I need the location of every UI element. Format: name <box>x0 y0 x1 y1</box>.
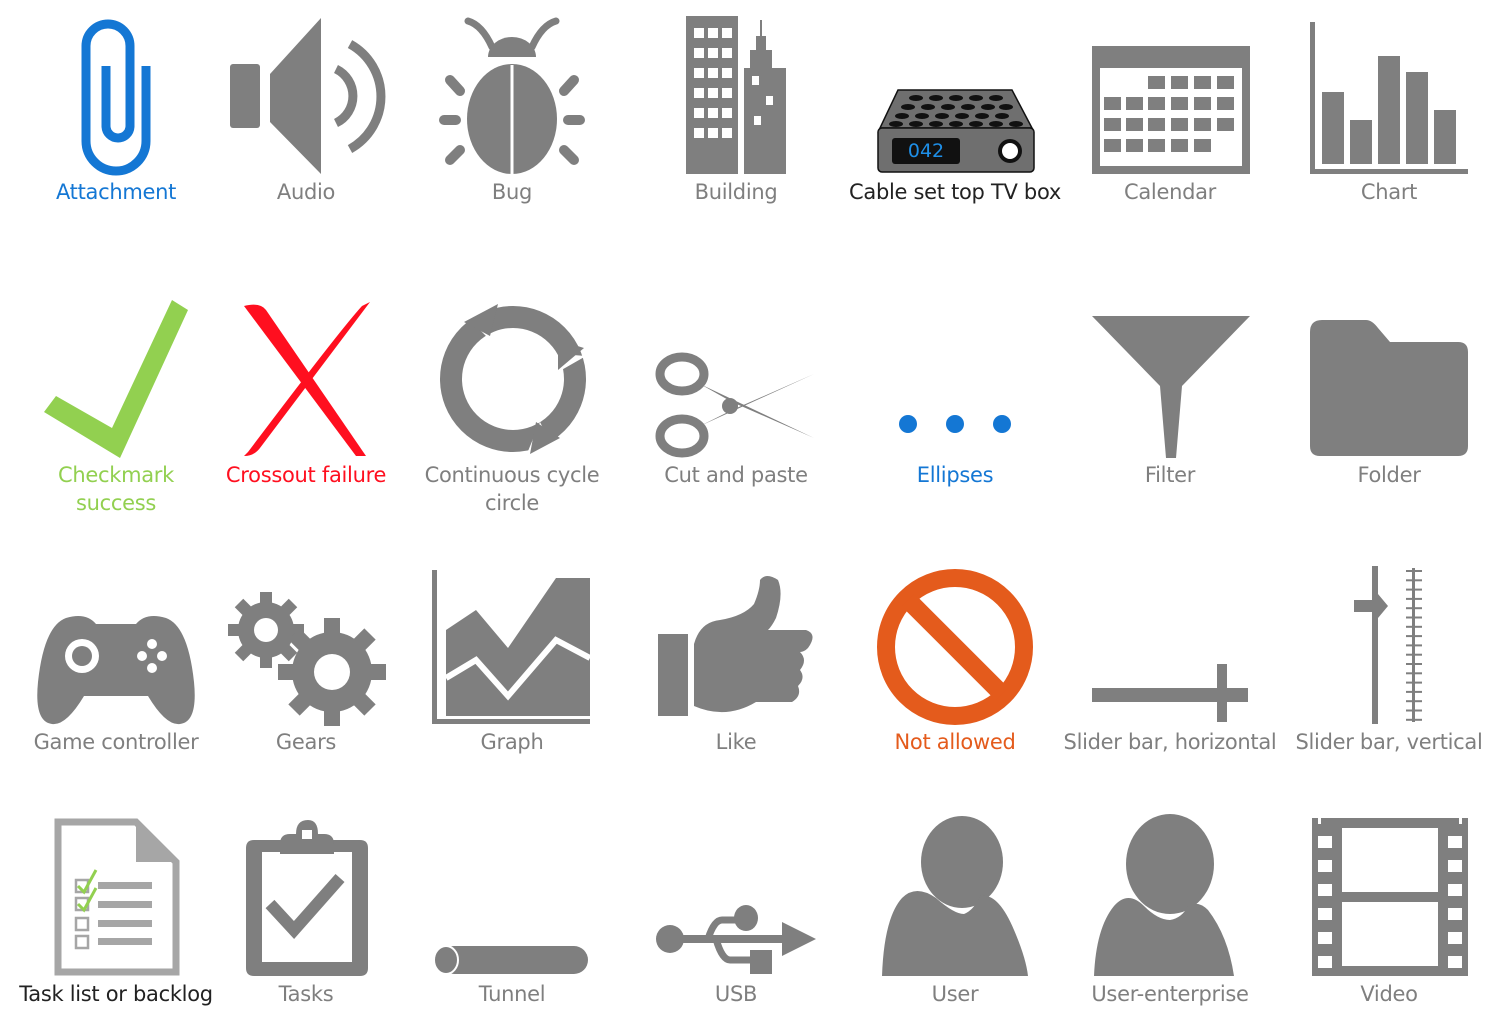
label-like: Like <box>715 730 757 754</box>
slider-horizontal-icon <box>1092 664 1248 722</box>
slider-tick <box>1406 635 1422 638</box>
task-list-icon <box>54 818 180 976</box>
slider-tick <box>1406 616 1422 619</box>
label-tasks: Tasks <box>278 982 334 1006</box>
label-video: Video <box>1360 982 1418 1006</box>
building-icon <box>686 16 786 174</box>
ellipsis-icon <box>899 415 1011 433</box>
label-folder: Folder <box>1357 463 1421 487</box>
slider-tick <box>1406 672 1422 675</box>
label-filter: Filter <box>1144 463 1196 487</box>
slider-tick <box>1406 625 1422 628</box>
folder-icon <box>1310 320 1468 456</box>
user-icon <box>882 816 1028 976</box>
slider-tick <box>1406 653 1422 656</box>
label-tunnel: Tunnel <box>478 982 546 1006</box>
label-attachment: Attachment <box>55 180 177 204</box>
display-readout: 042 <box>907 140 945 162</box>
label-task-list: Task list or backlog <box>19 982 213 1006</box>
label-cycle-line1: Continuous cycle <box>424 463 600 487</box>
label-not-allowed: Not allowed <box>894 730 1016 754</box>
slider-vertical-icon <box>1354 566 1422 724</box>
label-slider-v: Slider bar, vertical <box>1295 730 1483 754</box>
label-cable-box: Cable set top TV box <box>849 180 1061 204</box>
label-ellipses: Ellipses <box>916 463 994 487</box>
area-graph-icon <box>432 570 592 724</box>
label-calendar: Calendar <box>1123 180 1217 204</box>
paperclip-icon <box>81 19 151 176</box>
label-checkmark-line1: Checkmark <box>57 463 175 487</box>
user-enterprise-icon <box>1094 814 1234 976</box>
slider-tick <box>1406 597 1422 600</box>
label-usb: USB <box>714 982 758 1006</box>
slider-tick <box>1406 570 1422 572</box>
label-cut: Cut and paste <box>664 463 808 487</box>
funnel-icon <box>1092 316 1250 458</box>
label-cycle-line2: circle <box>484 491 540 515</box>
slider-tick <box>1406 588 1422 591</box>
label-crossout: Crossout failure <box>225 463 387 487</box>
calendar-icon <box>1092 46 1250 174</box>
slider-tick <box>1406 663 1422 665</box>
label-user: User <box>931 982 979 1006</box>
slider-tick <box>1406 690 1422 693</box>
scissors-icon <box>655 352 814 458</box>
label-slider-h: Slider bar, horizontal <box>1063 730 1277 754</box>
label-chart: Chart <box>1360 180 1418 204</box>
cross-icon <box>244 302 370 456</box>
slider-tick <box>1406 681 1422 684</box>
bar-chart-icon <box>1310 22 1468 174</box>
label-graph: Graph <box>480 730 544 754</box>
label-user-enterprise: User-enterprise <box>1091 982 1249 1006</box>
speaker-icon <box>230 18 386 174</box>
label-gears: Gears <box>275 730 337 754</box>
slider-tick <box>1406 709 1422 712</box>
label-building: Building <box>694 180 778 204</box>
slider-tick <box>1406 644 1422 647</box>
thumbs-up-icon <box>658 576 813 716</box>
label-checkmark-line2: success <box>75 491 157 515</box>
checkmark-icon <box>44 300 188 458</box>
slider-tick <box>1406 607 1422 610</box>
label-audio: Audio <box>276 180 336 204</box>
cycle-icon <box>440 302 586 456</box>
slider-tick <box>1406 700 1422 703</box>
prohibited-icon <box>877 569 1033 725</box>
bug-icon <box>439 17 585 175</box>
gears-icon <box>228 592 386 726</box>
slider-tick <box>1406 579 1422 582</box>
label-bug: Bug <box>491 180 533 204</box>
film-strip-icon <box>1312 818 1468 976</box>
usb-icon <box>656 905 816 974</box>
tunnel-icon <box>433 945 588 975</box>
clipboard-check-icon <box>246 820 368 976</box>
label-game: Game controller <box>33 730 199 754</box>
gamepad-icon <box>37 616 195 725</box>
slider-tick <box>1406 718 1422 721</box>
